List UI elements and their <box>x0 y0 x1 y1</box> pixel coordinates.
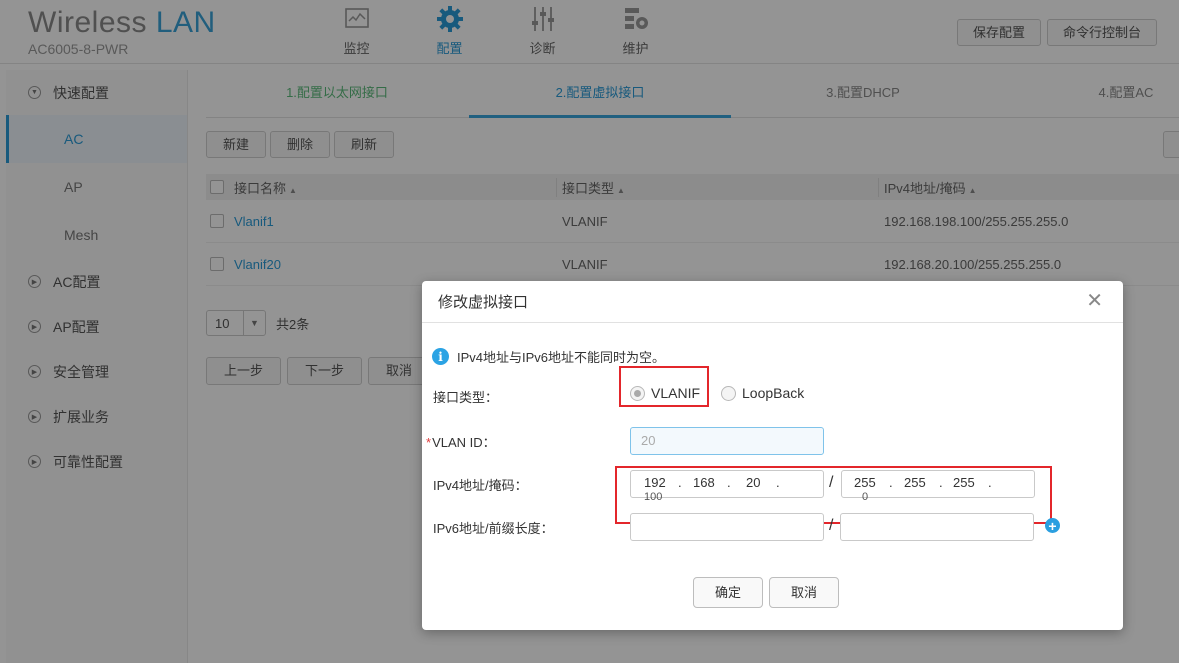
notice-text: IPv4地址与IPv6地址不能同时为空。 <box>457 350 666 365</box>
ip-octet: 20 <box>746 475 761 490</box>
edit-virtual-interface-dialog: 修改虚拟接口 ✕ i IPv4地址与IPv6地址不能同时为空。 接口类型： VL… <box>422 281 1123 630</box>
required-marker: * <box>426 435 432 450</box>
mask-octet: 255 <box>953 475 975 490</box>
vlan-id-label: *VLAN ID： <box>426 432 496 451</box>
dialog-title: 修改虚拟接口 <box>438 294 529 311</box>
vlan-id-label-text: VLAN ID： <box>432 435 496 450</box>
mask-octet-overflow: 0 <box>862 491 869 503</box>
ipv6-label: IPv6地址/前缀长度： <box>433 521 554 536</box>
ip-dot: . <box>776 475 780 490</box>
dialog-header: 修改虚拟接口 <box>422 281 1123 323</box>
add-icon[interactable]: + <box>1045 518 1060 533</box>
ipv4-slash: / <box>829 474 834 491</box>
mask-dot: . <box>939 475 943 490</box>
radio-button[interactable] <box>721 385 737 401</box>
mask-octet: 255 <box>904 475 926 490</box>
ipv4-address-input[interactable]: 192 . 168 . 20 . 100 <box>630 470 824 503</box>
ip-dot: . <box>678 475 682 490</box>
info-icon: i <box>432 348 449 365</box>
notice: i IPv4地址与IPv6地址不能同时为空。 <box>432 347 665 366</box>
ip-octet: 168 <box>693 475 715 490</box>
ip-octet: 192 <box>644 475 666 490</box>
ipv6-slash: / <box>829 517 834 534</box>
ipv4-label: IPv4地址/掩码： <box>433 478 528 493</box>
dialog-buttons: 确定 取消 <box>693 577 839 608</box>
confirm-button[interactable]: 确定 <box>693 577 763 608</box>
radio-button[interactable] <box>630 385 645 401</box>
radio-label: LoopBack <box>742 385 805 401</box>
ipv6-prefix-input[interactable] <box>840 513 1034 541</box>
iface-type-radio-group: VLANIF LoopBack <box>630 385 825 401</box>
vlan-id-input[interactable]: 20 <box>630 427 824 455</box>
mask-dot: . <box>988 475 992 490</box>
ipv6-address-input[interactable] <box>630 513 824 541</box>
radio-loopback[interactable]: LoopBack <box>721 385 804 401</box>
cancel-button[interactable]: 取消 <box>769 577 839 608</box>
mask-dot: . <box>889 475 893 490</box>
ipv4-mask-input[interactable]: 255 . 255 . 255 . 0 <box>841 470 1035 503</box>
mask-octet: 255 <box>854 475 876 490</box>
radio-label: VLANIF <box>651 385 701 401</box>
ip-dot: . <box>727 475 731 490</box>
radio-vlanif[interactable]: VLANIF <box>630 385 700 401</box>
close-icon[interactable]: ✕ <box>1086 291 1103 311</box>
iface-type-label: 接口类型： <box>433 390 499 405</box>
ip-octet-overflow: 100 <box>644 491 663 503</box>
